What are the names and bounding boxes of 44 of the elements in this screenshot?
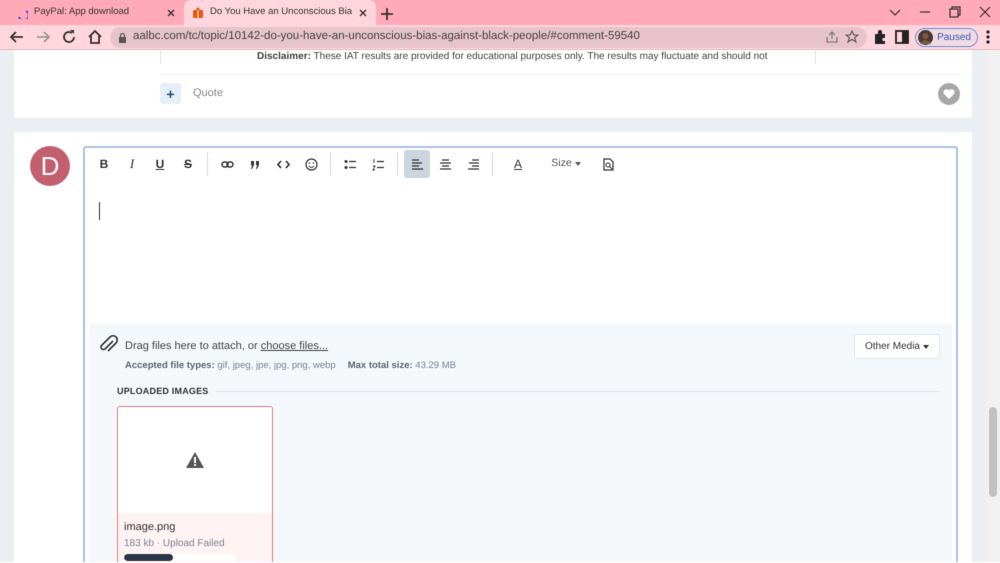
code-icon bbox=[276, 158, 290, 170]
other-media-button[interactable]: Other Media bbox=[854, 334, 940, 359]
add-quote-button[interactable]: + bbox=[160, 83, 181, 104]
caret-icon bbox=[574, 162, 581, 166]
browser-tab[interactable]: Do You Have an Unconscious Bia bbox=[184, 0, 376, 25]
underline-button[interactable]: U bbox=[147, 150, 173, 178]
share-icon[interactable] bbox=[825, 30, 840, 44]
star-icon[interactable] bbox=[845, 30, 860, 44]
avatar-icon bbox=[918, 30, 934, 44]
attach-prompt: Drag files here to attach, or choose files... bbox=[125, 339, 329, 354]
browser-tab[interactable]: PayPal: App download bbox=[8, 0, 184, 25]
warning-icon bbox=[186, 452, 204, 468]
align-left-button[interactable] bbox=[404, 150, 430, 178]
bullet-list-icon bbox=[344, 158, 356, 170]
address-bar[interactable]: aalbc.com/tc/topic/10142-do-you-have-an-unconscious-bias-against-black-people/#comment-59540 bbox=[110, 26, 868, 48]
preview-icon bbox=[602, 158, 614, 170]
file-types-text: Accepted file types: gif, jpeg, jpe, jpg, png, webp bbox=[125, 358, 336, 372]
align-center-icon bbox=[438, 158, 452, 170]
file-name: image.png bbox=[124, 520, 176, 536]
emoji-icon bbox=[304, 158, 318, 170]
file-status: 183 kb · Upload Failed bbox=[124, 536, 226, 551]
disclaimer-text: Disclaimer: These IAT results are provided for educational purposes only. The results may fluctuate and should not bbox=[160, 50, 816, 64]
bold-button[interactable]: B bbox=[91, 150, 117, 178]
lock-icon bbox=[118, 32, 127, 42]
numbered-list-icon bbox=[372, 158, 384, 170]
italic-button[interactable]: I bbox=[119, 150, 145, 178]
close-icon[interactable] bbox=[358, 8, 368, 18]
close-icon[interactable] bbox=[166, 8, 176, 18]
section-heading: UPLOADED IMAGES bbox=[117, 384, 209, 398]
text-cursor bbox=[99, 202, 100, 220]
scrollbar-thumb[interactable] bbox=[989, 407, 997, 497]
paperclip-icon bbox=[99, 334, 119, 354]
strikethrough-button[interactable]: S bbox=[175, 150, 201, 178]
choose-files-link[interactable]: choose files... bbox=[260, 340, 328, 352]
max-size-text: Max total size: 43.29 MB bbox=[348, 358, 456, 372]
text-color-button[interactable]: A bbox=[505, 150, 531, 178]
profile-button[interactable]: Paused bbox=[915, 28, 978, 46]
caret-icon bbox=[923, 344, 929, 348]
align-left-icon bbox=[410, 158, 424, 170]
size-dropdown[interactable]: Size bbox=[545, 150, 587, 178]
user-avatar: D bbox=[30, 146, 70, 186]
align-right-icon bbox=[466, 158, 480, 170]
quote-link[interactable]: Quote bbox=[193, 85, 223, 102]
side-panel-icon[interactable] bbox=[893, 28, 912, 46]
